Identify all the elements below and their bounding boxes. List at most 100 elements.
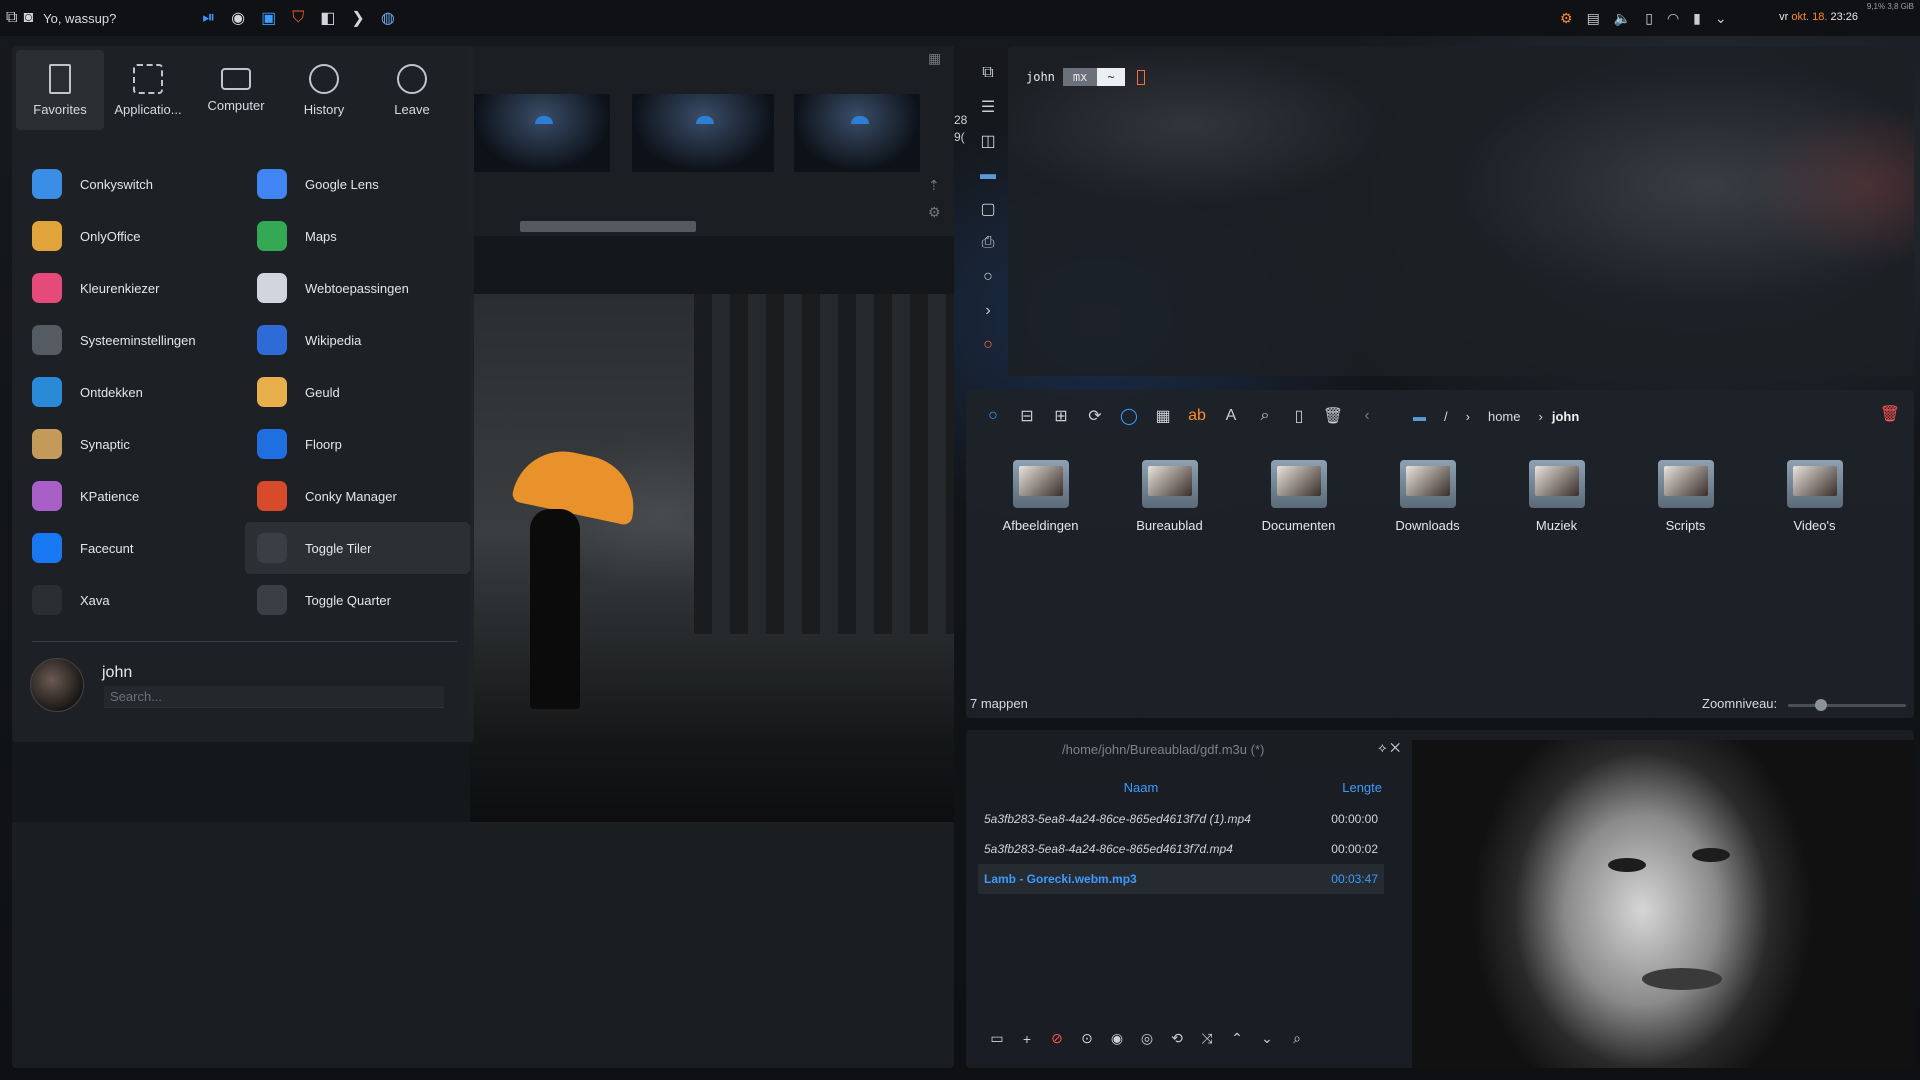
new-tab-icon[interactable]: ⧉ [968,56,1008,90]
app-google-lens[interactable]: Google Lens [245,158,470,210]
folder-item[interactable]: Afbeeldingen [976,460,1105,533]
col-length[interactable]: Lengte [1302,780,1382,795]
app-xava[interactable]: Xava [20,574,245,626]
clipboard-icon[interactable]: ▤ [1587,10,1600,27]
network-icon[interactable]: ◠ [1667,10,1679,27]
record-icon[interactable]: ○ [968,328,1008,362]
app-kpatience[interactable]: KPatience [20,470,245,522]
delete-icon[interactable]: 🗑 [1880,404,1900,424]
folder-icon[interactable]: ▬ [968,158,1008,192]
folder-item[interactable]: Muziek [1492,460,1621,533]
view-mode-icon[interactable]: ▦ [1146,402,1180,430]
move-down-icon[interactable]: ⌄ [1252,1030,1282,1047]
app-kleurenkiezer[interactable]: Kleurenkiezer [20,262,245,314]
places-icon[interactable]: ○ [976,402,1010,430]
screenshot-icon[interactable]: ◙ [23,4,33,32]
app-onlyoffice[interactable]: OnlyOffice [20,210,245,262]
search-icon[interactable]: ⌕ [1248,402,1282,430]
back-icon[interactable]: ‹ [1350,402,1384,430]
thumbnail[interactable] [474,94,610,172]
app-conky-manager[interactable]: Conky Manager [245,470,470,522]
folder-icon[interactable]: ▬ [1413,409,1426,424]
close-icon[interactable]: ✕ [1390,740,1400,755]
folder-item[interactable]: Downloads [1363,460,1492,533]
upload-icon[interactable]: ⇡ [928,177,952,194]
globe-icon[interactable]: ◍ [381,4,395,32]
battery-icon[interactable]: ▮ [1693,10,1701,27]
folder-item[interactable]: Bureaublad [1105,460,1234,533]
thumbnail-scrollbar[interactable] [520,221,696,232]
refresh-icon[interactable]: ⟳ [1078,402,1112,430]
search-input[interactable] [104,686,444,708]
thumbnail[interactable] [794,94,920,172]
video-frame[interactable] [1412,740,1914,1068]
open-folder-icon[interactable]: ▭ [982,1030,1012,1047]
app-webtoepassingen[interactable]: Webtoepassingen [245,262,470,314]
detach-icon[interactable]: ⟡ [1378,740,1387,755]
circle-icon[interactable]: ○ [968,260,1008,294]
playlist-row[interactable]: 5a3fb283-5ea8-4a24-86ce-865ed4613f7d.mp4… [978,834,1384,864]
folder-item[interactable]: Video's [1750,460,1879,533]
terminal-window[interactable]: john mx ~ [1008,46,1914,376]
avatar[interactable] [30,658,84,712]
repeat-icon[interactable]: ⟲ [1162,1030,1192,1047]
app-toggle-tiler[interactable]: Toggle Tiler [245,522,470,574]
app-ontdekken[interactable]: Ontdekken [20,366,245,418]
app-synaptic[interactable]: Synaptic [20,418,245,470]
zoom-slider[interactable] [1788,704,1906,707]
brave-browser-icon[interactable]: ⛉ [292,4,304,32]
print-icon[interactable]: ⎙ [968,226,1008,260]
app-systeeminstellingen[interactable]: Systeeminstellingen [20,314,245,366]
app-wikipedia[interactable]: Wikipedia [245,314,470,366]
rename-icon[interactable]: ab [1180,402,1214,430]
tab-favorites[interactable]: Favorites [16,50,104,130]
update-icon[interactable]: ⚙ [1560,10,1573,27]
play-icon[interactable]: ⊙ [1072,1030,1102,1047]
record-icon[interactable]: ◎ [1132,1030,1162,1047]
app-maps[interactable]: Maps [245,210,470,262]
folder-item[interactable]: Scripts [1621,460,1750,533]
breadcrumb-root[interactable]: / [1444,409,1448,424]
clock[interactable]: vr okt. 18. 23:26 [1779,11,1858,23]
playlist-row[interactable]: 5a3fb283-5ea8-4a24-86ce-865ed4613f7d (1)… [978,804,1384,834]
add-icon[interactable]: + [1012,1031,1042,1047]
search-icon[interactable]: ⌕ [1282,1030,1312,1047]
split-horizontal-icon[interactable]: ☰ [968,90,1008,124]
copy-icon[interactable]: ▢ [968,192,1008,226]
shuffle-icon[interactable]: ⤨ [1192,1030,1222,1047]
panel-icon[interactable]: ⊞ [1044,402,1078,430]
workspace-switcher-icon[interactable]: ⧉ [6,4,17,32]
chevron-down-icon[interactable]: ⌄ [1715,10,1727,27]
trash-icon[interactable]: 🗑 [1316,402,1350,430]
filter-icon[interactable]: ◯ [1112,402,1146,430]
remove-icon[interactable]: ⊘ [1042,1030,1072,1047]
chevron-right-icon[interactable]: › [968,294,1008,328]
app-facecunt[interactable]: Facecunt [20,522,245,574]
zoom-slider-handle[interactable] [1814,699,1827,711]
app-floorp[interactable]: Floorp [245,418,470,470]
app-toggle-quarter[interactable]: Toggle Quarter [245,574,470,626]
obs-icon[interactable]: ◉ [231,4,245,32]
tab-applications[interactable]: Applicatio... [104,50,192,130]
tab-computer[interactable]: Computer [192,50,280,130]
phone-icon[interactable]: ▯ [1645,10,1653,27]
new-file-icon[interactable]: ▯ [1282,402,1316,430]
app-geuld[interactable]: Geuld [245,366,470,418]
app-conkyswitch[interactable]: Conkyswitch [20,158,245,210]
thumbnail[interactable] [632,94,774,172]
tab-leave[interactable]: Leave [368,50,456,130]
split-icon[interactable]: ⊟ [1010,402,1044,430]
folder-item[interactable]: Documenten [1234,460,1363,533]
volume-icon[interactable]: 🔈 [1614,10,1631,27]
play-pause-icon[interactable]: ⏯ [202,4,215,32]
col-name[interactable]: Naam [980,780,1302,795]
terminal-app-icon[interactable]: ◧ [320,4,335,32]
font-icon[interactable]: A [1214,402,1248,430]
grid-icon[interactable]: ▦ [928,50,952,67]
playlist-row[interactable]: Lamb - Gorecki.webm.mp3 00:03:47 [978,864,1384,894]
console-icon[interactable]: ❯ [351,4,364,32]
tab-history[interactable]: History [280,50,368,130]
split-vertical-icon[interactable]: ◫ [968,124,1008,158]
breadcrumb-home[interactable]: home [1488,409,1521,424]
move-up-icon[interactable]: ⌃ [1222,1030,1252,1047]
